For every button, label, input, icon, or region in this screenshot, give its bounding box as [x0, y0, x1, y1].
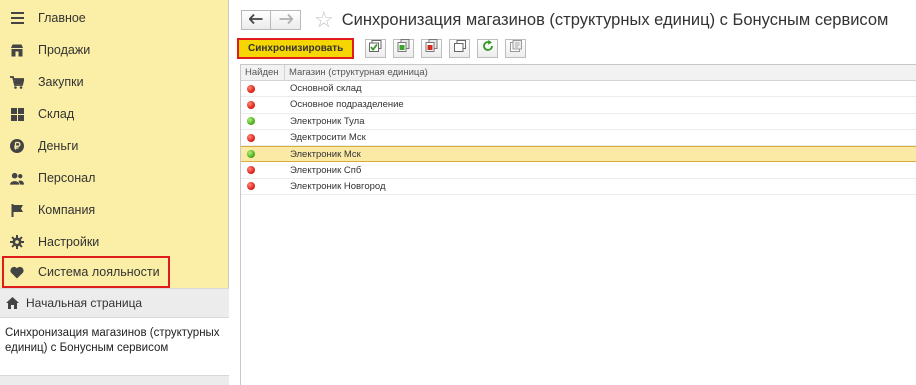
table-row-selected[interactable]: Электроник Мск — [241, 146, 916, 163]
copy-green-icon — [397, 39, 410, 57]
refresh-icon — [482, 39, 494, 57]
store-name-cell: Электроник Спб — [290, 164, 362, 176]
status-red-dot — [247, 166, 255, 175]
found-cell — [241, 179, 285, 194]
found-cell — [241, 130, 285, 145]
menu-icon — [10, 11, 24, 25]
sidebar-item-label: Продажи — [38, 43, 91, 57]
table-header: Найден Магазин (структурная единица) — [241, 65, 916, 81]
store-name-cell: Электроник Мск — [290, 148, 361, 160]
ruble-icon — [10, 139, 24, 153]
table-row[interactable]: Эдектросити Мск — [241, 130, 916, 147]
open-page-entry[interactable]: Синхронизация магазинов (структурных еди… — [0, 318, 229, 356]
arrow-left-icon — [248, 11, 263, 29]
window-icon — [453, 39, 466, 57]
settings-sheet-button[interactable] — [505, 38, 527, 58]
synchronize-button[interactable]: Синхронизировать — [237, 37, 355, 59]
sidebar-item-settings[interactable]: Настройки — [0, 226, 229, 258]
column-header-store[interactable]: Магазин (структурная единица) — [285, 65, 916, 80]
refresh-button[interactable] — [477, 38, 499, 58]
sidebar-item-label: Главное — [38, 11, 86, 25]
cart-icon — [10, 75, 24, 89]
status-red-dot — [247, 84, 255, 93]
sidebar: Главное Продажи Закупки Склад Деньги Пер… — [0, 0, 229, 385]
found-cell — [241, 162, 285, 177]
sidebar-item-label: Компания — [38, 203, 96, 217]
settings-sheet-icon — [509, 39, 522, 57]
warehouse-icon — [10, 107, 24, 121]
heart-icon — [10, 265, 24, 279]
store-name-cell: Эдектросити Мск — [290, 132, 366, 144]
table-row[interactable]: Электроник Тула — [241, 114, 916, 130]
copy-button[interactable] — [393, 38, 415, 58]
gear-icon — [10, 235, 24, 249]
form-header: ☆ Синхронизация магазинов (структурных е… — [241, 8, 888, 32]
sidebar-item-main[interactable]: Главное — [0, 2, 229, 34]
status-green-dot — [247, 117, 255, 126]
table-row[interactable]: Электроник Новгород — [241, 179, 916, 196]
forward-button[interactable] — [271, 10, 301, 30]
sidebar-item-staff[interactable]: Персонал — [0, 162, 229, 194]
table-row[interactable]: Электроник Спб — [241, 162, 916, 179]
found-cell — [241, 147, 285, 161]
home-page-link[interactable]: Начальная страница — [0, 288, 229, 318]
stores-table[interactable]: Найден Магазин (структурная единица) Осн… — [240, 64, 916, 385]
home-icon — [6, 297, 19, 310]
sidebar-item-label: Персонал — [38, 171, 96, 185]
store-name-cell: Электроник Тула — [290, 115, 365, 127]
back-button[interactable] — [241, 10, 271, 30]
sidebar-item-warehouse[interactable]: Склад — [0, 98, 229, 130]
sidebar-item-label: Закупки — [38, 75, 84, 89]
command-bar: Синхронизировать — [237, 37, 527, 59]
sidebar-item-label: Склад — [38, 107, 75, 121]
table-row[interactable]: Основной склад — [241, 81, 916, 98]
sidebar-item-company[interactable]: Компания — [0, 194, 229, 226]
sidebar-item-purchases[interactable]: Закупки — [0, 66, 229, 98]
found-cell — [241, 81, 285, 96]
flag-icon — [10, 203, 24, 217]
sidebar-item-label: Система лояльности — [38, 265, 160, 279]
found-cell — [241, 97, 285, 112]
sidebar-item-loyalty-system[interactable]: Система лояльности — [2, 256, 170, 288]
panel-footer — [0, 375, 229, 385]
found-cell — [241, 114, 285, 129]
home-page-label: Начальная страница — [26, 296, 143, 310]
status-green-dot — [247, 150, 255, 159]
star-icon[interactable]: ☆ — [314, 9, 334, 31]
check-all-button[interactable] — [365, 38, 387, 58]
shop-icon — [10, 43, 24, 57]
people-icon — [10, 171, 24, 185]
page-title: Синхронизация магазинов (структурных еди… — [341, 10, 889, 29]
store-name-cell: Электроник Новгород — [290, 180, 386, 192]
check-all-icon — [369, 39, 382, 57]
copy-marked-button[interactable] — [421, 38, 443, 58]
sidebar-item-label: Деньги — [38, 139, 79, 153]
sidebar-item-sales[interactable]: Продажи — [0, 34, 229, 66]
arrow-right-icon — [279, 11, 293, 29]
open-pages-panel: Начальная страница Синхронизация магазин… — [0, 288, 229, 385]
sidebar-nav: Главное Продажи Закупки Склад Деньги Пер… — [0, 0, 228, 288]
status-red-dot — [247, 182, 255, 191]
status-red-dot — [247, 133, 255, 142]
main-form: ☆ Синхронизация магазинов (структурных е… — [230, 0, 916, 385]
table-row[interactable]: Основное подразделение — [241, 97, 916, 114]
store-name-cell: Основной склад — [290, 83, 362, 95]
sidebar-item-money[interactable]: Деньги — [0, 130, 229, 162]
copy-red-icon — [425, 39, 438, 57]
store-name-cell: Основное подразделение — [290, 99, 404, 111]
column-header-found[interactable]: Найден — [241, 65, 285, 80]
status-red-dot — [247, 100, 255, 109]
sidebar-item-label: Настройки — [38, 235, 100, 249]
open-window-button[interactable] — [449, 38, 471, 58]
